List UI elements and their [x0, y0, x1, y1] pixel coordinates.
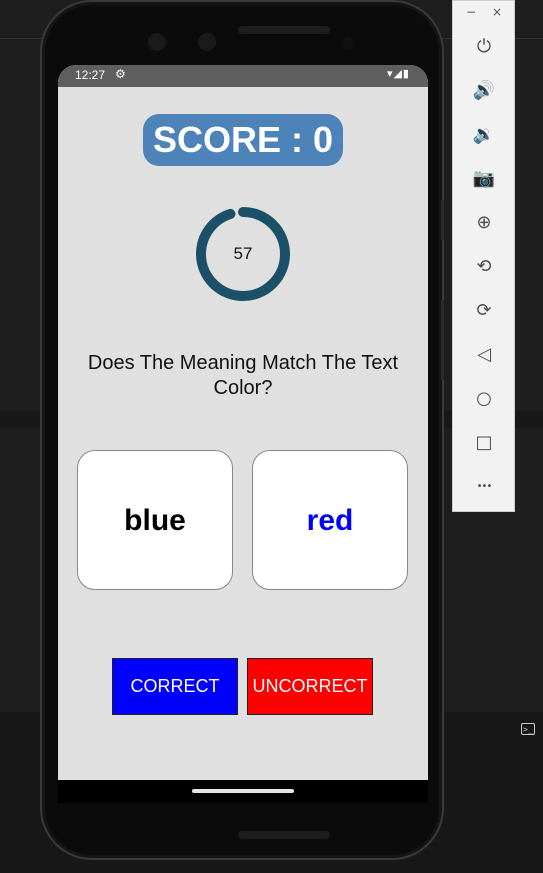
emulator-toolbar: − × ⏻ 🔊 🔉 📷 ⊕ ⟲ ⟳ ◁ ○ □ ••• — [452, 0, 515, 512]
question-text: Does The Meaning Match The Text Color? — [87, 352, 399, 399]
navigation-bar — [58, 780, 428, 803]
score-badge: SCORE : 0 — [143, 114, 343, 166]
status-bar: 12:27 ⚙ ▾◢▮ — [58, 65, 428, 87]
meaning-word: blue — [124, 504, 186, 537]
settings-gear-icon: ⚙ — [115, 67, 126, 81]
rotate-right-icon[interactable]: ⟳ — [472, 299, 496, 323]
minimize-icon[interactable]: − — [466, 5, 476, 19]
home-gesture-pill[interactable] — [192, 789, 294, 793]
side-button — [441, 200, 444, 240]
back-icon[interactable]: ◁ — [472, 343, 496, 367]
volume-down-icon[interactable]: 🔉 — [472, 123, 496, 147]
rotate-left-icon[interactable]: ⟲ — [472, 255, 496, 279]
zoom-icon[interactable]: ⊕ — [472, 211, 496, 235]
terminal-icon[interactable]: >_ — [521, 723, 535, 735]
home-icon[interactable]: ○ — [472, 387, 496, 411]
color-card: red — [252, 450, 408, 590]
front-sensor-icon — [198, 33, 216, 51]
status-time: 12:27 — [75, 68, 106, 82]
correct-button[interactable]: CORRECT — [112, 658, 238, 715]
app-screen: 12:27 ⚙ ▾◢▮ SCORE : 0 57 Does The Meanin… — [58, 65, 428, 803]
proximity-sensor-icon — [342, 37, 354, 49]
meaning-card: blue — [77, 450, 233, 590]
uncorrect-button[interactable]: UNCORRECT — [247, 658, 373, 715]
bottom-speaker — [238, 831, 330, 839]
side-button — [441, 300, 444, 380]
close-icon[interactable]: × — [492, 5, 502, 19]
timer-value: 57 — [233, 244, 253, 263]
color-word: red — [306, 504, 354, 537]
power-icon[interactable]: ⏻ — [472, 35, 496, 59]
overview-icon[interactable]: □ — [472, 431, 496, 455]
earpiece-speaker — [238, 26, 330, 34]
camera-icon[interactable]: 📷 — [472, 167, 496, 191]
front-camera-icon — [148, 33, 166, 51]
volume-up-icon[interactable]: 🔊 — [472, 79, 496, 103]
status-indicators-icon: ▾◢▮ — [386, 68, 410, 80]
more-icon[interactable]: ••• — [472, 475, 496, 499]
